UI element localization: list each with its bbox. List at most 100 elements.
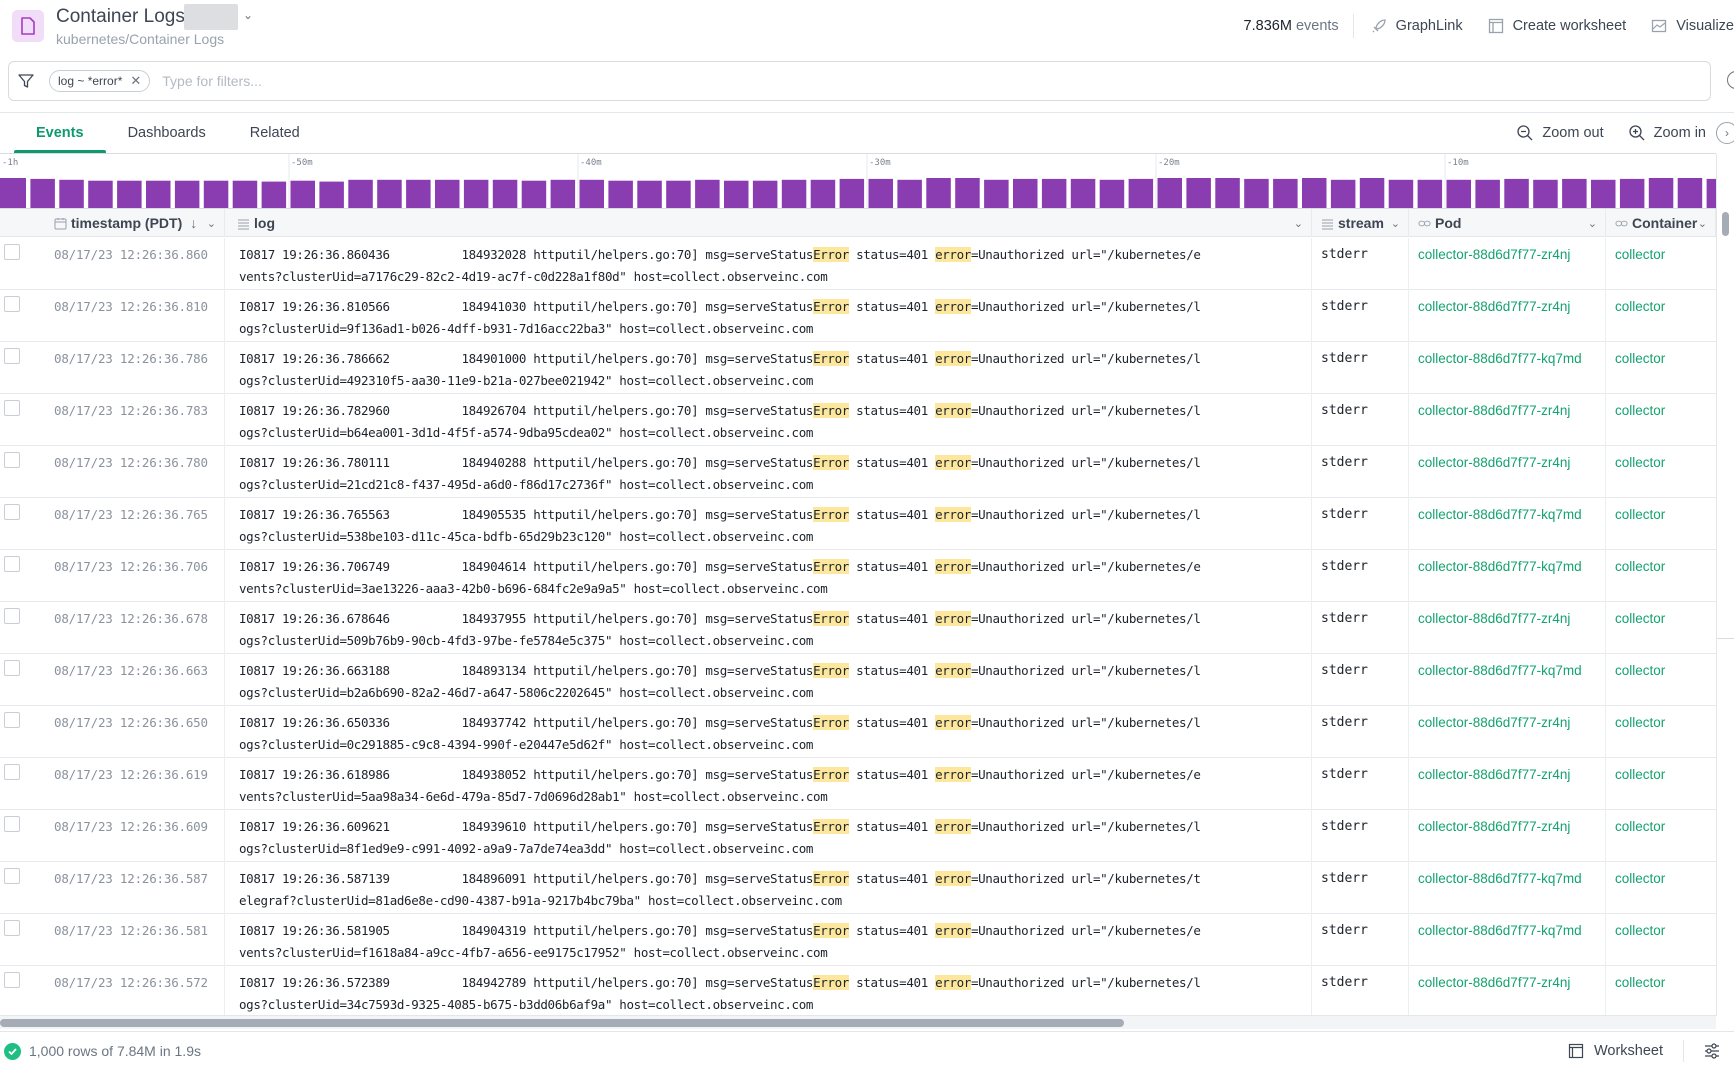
- histogram-bar[interactable]: [955, 178, 980, 208]
- histogram-bar[interactable]: [781, 179, 807, 208]
- histogram-bar[interactable]: [492, 179, 518, 208]
- graphlink-button[interactable]: GraphLink: [1370, 17, 1463, 35]
- log-cell[interactable]: I0817 19:26:36.786662 184901000 httputil…: [225, 342, 1312, 394]
- row-checkbox[interactable]: [4, 296, 20, 312]
- container-link[interactable]: collector: [1606, 238, 1716, 290]
- pod-link[interactable]: collector-88d6d7f77-zr4nj: [1409, 810, 1606, 862]
- close-icon[interactable]: ✕: [130, 73, 141, 89]
- table-row[interactable]: 08/17/23 12:26:36.619 I0817 19:26:36.6189…: [0, 758, 1716, 810]
- histogram-bar[interactable]: [261, 181, 287, 208]
- log-cell[interactable]: I0817 19:26:36.650336 184937742 httputil…: [225, 706, 1312, 758]
- histogram-bar[interactable]: [1041, 178, 1067, 208]
- histogram-bar[interactable]: [695, 179, 720, 208]
- container-link[interactable]: collector: [1606, 394, 1716, 446]
- histogram-bar[interactable]: [203, 180, 229, 208]
- histogram-bar[interactable]: [1099, 179, 1125, 208]
- container-link[interactable]: collector: [1606, 914, 1716, 966]
- histogram-bar[interactable]: [1388, 179, 1414, 208]
- table-row[interactable]: 08/17/23 12:26:36.650 I0817 19:26:36.6503…: [0, 706, 1716, 758]
- log-cell[interactable]: I0817 19:26:36.678646 184937955 httputil…: [225, 602, 1312, 654]
- container-link[interactable]: collector: [1606, 966, 1716, 1015]
- log-cell[interactable]: I0817 19:26:36.618986 184938052 httputil…: [225, 758, 1312, 810]
- histogram-bar[interactable]: [1446, 179, 1472, 208]
- container-link[interactable]: collector: [1606, 654, 1716, 706]
- histogram-bar[interactable]: [897, 179, 922, 208]
- create-worksheet-button[interactable]: Create worksheet: [1487, 17, 1626, 35]
- histogram-bar[interactable]: [435, 179, 460, 208]
- pod-link[interactable]: collector-88d6d7f77-kq7md: [1409, 862, 1606, 914]
- histogram-svg[interactable]: -1h -50m -40m -30m -20m -10m: [0, 154, 1716, 208]
- histogram-bar[interactable]: [1533, 179, 1558, 208]
- histogram-bar[interactable]: [1330, 179, 1356, 208]
- pod-link[interactable]: collector-88d6d7f77-kq7md: [1409, 914, 1606, 966]
- histogram-bar[interactable]: [30, 178, 55, 208]
- pod-link[interactable]: collector-88d6d7f77-kq7md: [1409, 550, 1606, 602]
- zoom-out-button[interactable]: Zoom out: [1516, 124, 1604, 142]
- column-header-timestamp[interactable]: timestamp (PDT) ↓ ⌄: [0, 209, 225, 237]
- histogram-bar[interactable]: [1128, 178, 1154, 208]
- histogram-bar[interactable]: [1157, 178, 1183, 208]
- histogram-bar[interactable]: [752, 180, 778, 208]
- histogram-bar[interactable]: [1648, 178, 1674, 208]
- histogram-bar[interactable]: [550, 179, 576, 208]
- histogram-bar[interactable]: [232, 180, 258, 208]
- log-cell[interactable]: I0817 19:26:36.860436 184932028 httputil…: [225, 238, 1312, 290]
- table-row[interactable]: 08/17/23 12:26:36.810 I0817 19:26:36.8105…: [0, 290, 1716, 342]
- histogram-bar[interactable]: [608, 180, 633, 208]
- row-checkbox[interactable]: [4, 400, 20, 416]
- log-cell[interactable]: I0817 19:26:36.663188 184893134 httputil…: [225, 654, 1312, 706]
- table-row[interactable]: 08/17/23 12:26:36.581 I0817 19:26:36.5819…: [0, 914, 1716, 966]
- table-row[interactable]: 08/17/23 12:26:36.587 I0817 19:26:36.5871…: [0, 862, 1716, 914]
- filter-input[interactable]: [162, 73, 1363, 89]
- chevron-down-icon[interactable]: ⌄: [1294, 217, 1303, 230]
- tab-related[interactable]: Related: [228, 113, 322, 153]
- table-row[interactable]: 08/17/23 12:26:36.706 I0817 19:26:36.7067…: [0, 550, 1716, 602]
- container-link[interactable]: collector: [1606, 706, 1716, 758]
- log-cell[interactable]: I0817 19:26:36.706749 184904614 httputil…: [225, 550, 1312, 602]
- row-checkbox[interactable]: [4, 608, 20, 624]
- table-row[interactable]: 08/17/23 12:26:36.780 I0817 19:26:36.7801…: [0, 446, 1716, 498]
- log-cell[interactable]: I0817 19:26:36.572389 184942789 httputil…: [225, 966, 1312, 1015]
- sort-desc-icon[interactable]: ↓: [190, 215, 197, 231]
- histogram-bar[interactable]: [1302, 178, 1327, 208]
- container-link[interactable]: collector: [1606, 758, 1716, 810]
- table-row[interactable]: 08/17/23 12:26:36.783 I0817 19:26:36.7829…: [0, 394, 1716, 446]
- filter-chip[interactable]: log ~ *error* ✕: [49, 70, 151, 92]
- horizontal-scrollbar[interactable]: [0, 1015, 1716, 1029]
- histogram-bar[interactable]: [88, 180, 113, 208]
- pod-link[interactable]: collector-88d6d7f77-zr4nj: [1409, 446, 1606, 498]
- table-row[interactable]: 08/17/23 12:26:36.678 I0817 19:26:36.6786…: [0, 602, 1716, 654]
- histogram-bar[interactable]: [1591, 179, 1616, 208]
- pod-link[interactable]: collector-88d6d7f77-kq7md: [1409, 654, 1606, 706]
- histogram-bar[interactable]: [174, 180, 200, 208]
- pod-link[interactable]: collector-88d6d7f77-zr4nj: [1409, 290, 1606, 342]
- histogram-bar[interactable]: [1475, 179, 1500, 208]
- zoom-in-button[interactable]: Zoom in: [1628, 124, 1706, 142]
- log-cell[interactable]: I0817 19:26:36.581905 184904319 httputil…: [225, 914, 1312, 966]
- chevron-right-icon[interactable]: ›: [1716, 122, 1734, 144]
- clock-icon[interactable]: [1727, 71, 1734, 89]
- log-cell[interactable]: I0817 19:26:36.810566 184941030 httputil…: [225, 290, 1312, 342]
- worksheet-button[interactable]: Worksheet: [1568, 1043, 1663, 1059]
- column-header-log[interactable]: log ⌄: [225, 209, 1312, 237]
- visualize-button[interactable]: Visualize: [1650, 17, 1734, 35]
- histogram-bar[interactable]: [1706, 178, 1716, 208]
- pod-link[interactable]: collector-88d6d7f77-zr4nj: [1409, 238, 1606, 290]
- chevron-down-icon[interactable]: ⌄: [243, 8, 253, 22]
- column-header-container[interactable]: Container ⌄: [1606, 209, 1716, 237]
- histogram-bar[interactable]: [146, 180, 171, 208]
- log-cell[interactable]: I0817 19:26:36.609621 184939610 httputil…: [225, 810, 1312, 862]
- histogram-bar[interactable]: [59, 179, 84, 208]
- row-checkbox[interactable]: [4, 244, 20, 260]
- scrollbar-thumb[interactable]: [0, 1019, 1124, 1027]
- histogram-bar[interactable]: [1244, 178, 1269, 208]
- row-checkbox[interactable]: [4, 556, 20, 572]
- histogram-bar[interactable]: [984, 179, 1009, 208]
- tab-dashboards[interactable]: Dashboards: [106, 113, 228, 153]
- histogram-bar[interactable]: [1070, 178, 1096, 208]
- pod-link[interactable]: collector-88d6d7f77-zr4nj: [1409, 706, 1606, 758]
- histogram-bar[interactable]: [1619, 178, 1645, 208]
- histogram-bar[interactable]: [666, 180, 691, 208]
- log-cell[interactable]: I0817 19:26:36.780111 184940288 httputil…: [225, 446, 1312, 498]
- histogram-bar[interactable]: [319, 181, 344, 208]
